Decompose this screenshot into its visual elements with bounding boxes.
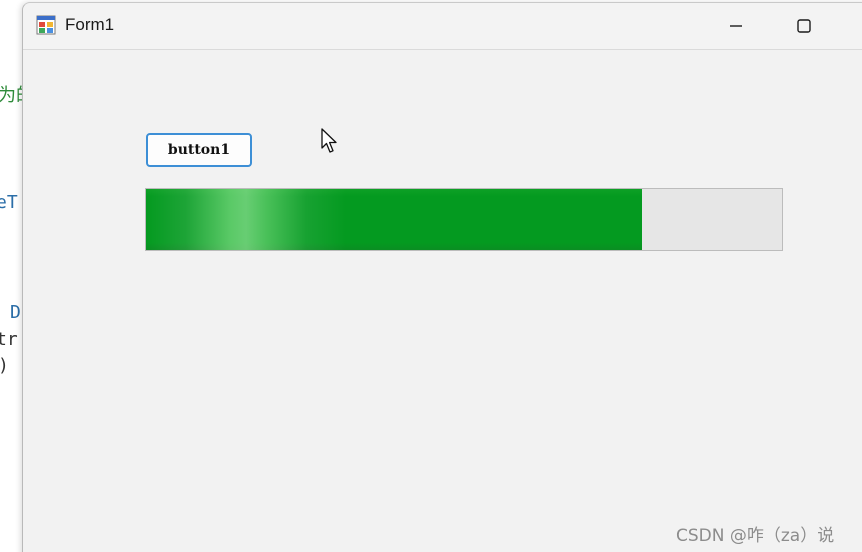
background-code-fragment: eT bbox=[0, 192, 18, 213]
background-code-fragment: tr bbox=[0, 329, 18, 350]
background-code-fragment: D bbox=[10, 302, 21, 323]
window-title: Form1 bbox=[65, 15, 115, 34]
mouse-pointer-icon bbox=[321, 128, 337, 153]
maximize-icon bbox=[797, 19, 811, 33]
button1[interactable]: button1 bbox=[146, 133, 252, 167]
title-bar[interactable]: Form1 bbox=[23, 3, 862, 50]
maximize-button[interactable] bbox=[781, 3, 827, 49]
progress-bar bbox=[145, 188, 783, 251]
form-client-area: button1 bbox=[23, 50, 862, 552]
progress-bar-glow bbox=[146, 189, 346, 250]
screen: 为的 eT D tr ) Form1 bbox=[0, 0, 862, 552]
progress-bar-fill bbox=[146, 189, 643, 250]
csdn-watermark: CSDN @咋（za）说 bbox=[676, 526, 835, 546]
minimize-button[interactable] bbox=[713, 3, 759, 49]
winforms-app-icon bbox=[36, 15, 56, 35]
background-code-fragment: ) bbox=[0, 356, 9, 376]
form1-window: Form1 button1 bbox=[22, 2, 862, 552]
minimize-icon bbox=[730, 25, 742, 27]
